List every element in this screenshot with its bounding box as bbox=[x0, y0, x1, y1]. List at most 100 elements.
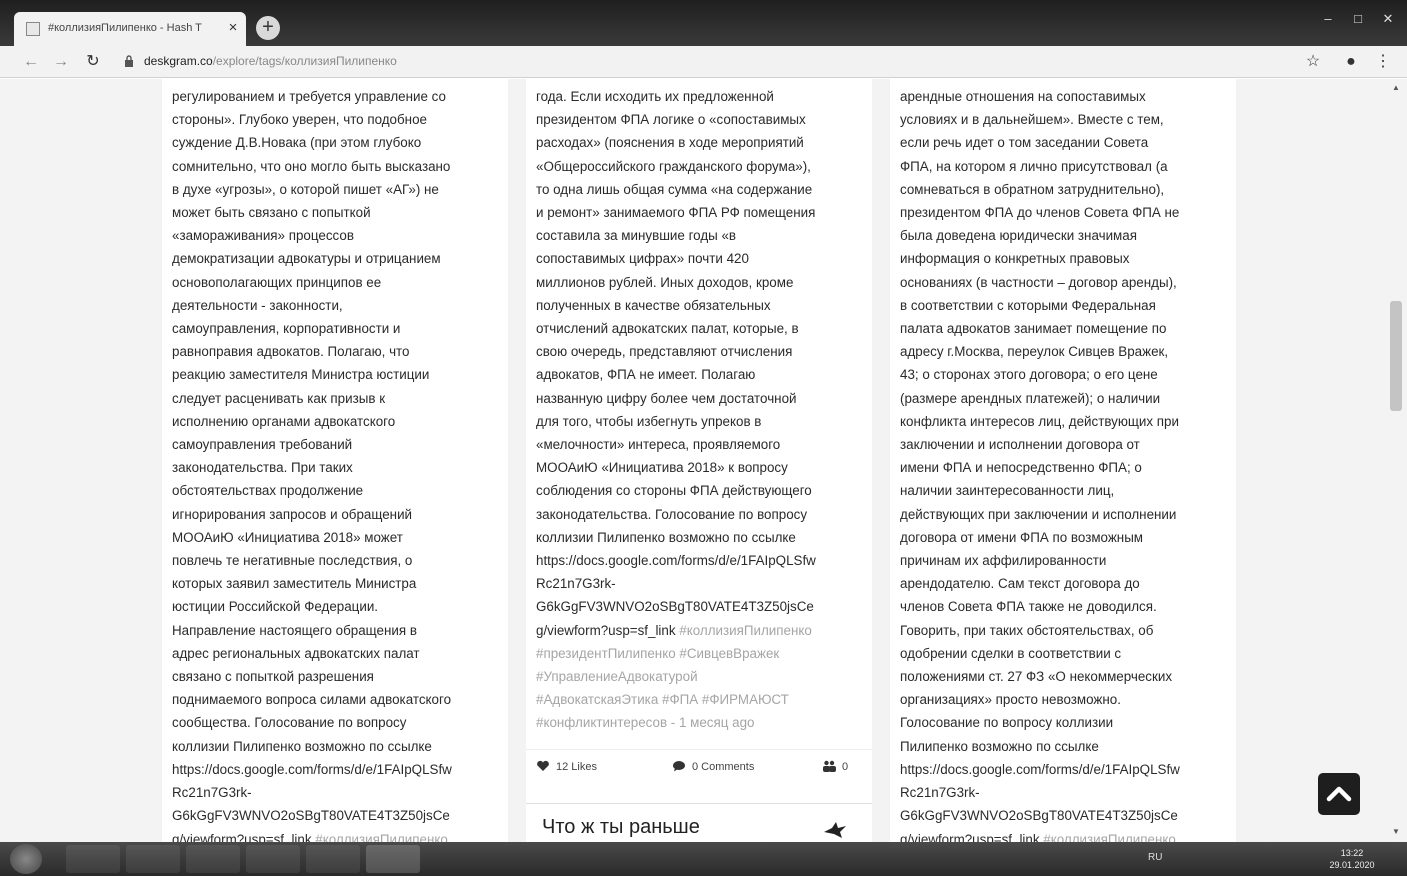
post-text-line: расходах» (пояснения в ходе мероприятий bbox=[536, 135, 804, 151]
post-text-line: полученных в качестве обязательных bbox=[536, 297, 771, 313]
back-icon[interactable]: ← bbox=[20, 51, 42, 73]
plus-icon[interactable]: + bbox=[256, 16, 280, 40]
post-text-line: Пилипенко возможно по ссылке bbox=[900, 738, 1099, 754]
post-link-line[interactable]: g/viewform?usp=sf_link #коллизияПилипенк… bbox=[172, 828, 502, 843]
post-text-line: адресу г.Москва, переулок Сивцев Вражек, bbox=[900, 344, 1169, 360]
clock-date: 29.01.2020 bbox=[1329, 860, 1375, 870]
outlook-taskbar-icon[interactable] bbox=[246, 845, 300, 873]
hashtag-line[interactable]: #конфликтинтересов - 1 месяц ago bbox=[536, 711, 866, 734]
ie-taskbar-icon[interactable] bbox=[66, 845, 120, 873]
post-text-line: может быть связано с попыткой bbox=[172, 205, 371, 221]
minimize-icon[interactable]: – bbox=[1314, 10, 1342, 28]
reload-icon[interactable]: ↻ bbox=[82, 51, 104, 73]
hashtag-link[interactable]: #коллизияПилипенко bbox=[1040, 832, 1176, 843]
media-taskbar-icon[interactable] bbox=[186, 845, 240, 873]
post-text-line: G6kGgFV3WNVO2oSBgT80VATE4T3Z50jsCe bbox=[172, 808, 450, 824]
browser-tab[interactable]: #коллизияПилипенко - Hash T × bbox=[14, 12, 246, 46]
post-text-line: Rc21n7G3rk- bbox=[536, 576, 616, 592]
post-text-line: Rc21n7G3rk- bbox=[172, 785, 252, 801]
hashtag-line[interactable]: #УправлениеАдвокатурой bbox=[536, 665, 866, 688]
forward-icon[interactable]: → bbox=[50, 51, 72, 73]
page-content: регулированием и требуется управление со… bbox=[0, 79, 1407, 842]
post-text-line: 43; о сторонах этого договора; о его цен… bbox=[900, 367, 1158, 383]
post-text-line: МООАиЮ «Инициатива 2018» к вопросу bbox=[536, 460, 788, 476]
post-text-line: причинам их аффилированности bbox=[900, 553, 1107, 569]
post-text-line: «мелочности» интереса, проявляемого bbox=[536, 437, 781, 453]
close-icon[interactable]: × bbox=[224, 19, 242, 37]
post-text-line: членов Совета ФПА также не доводился. bbox=[900, 599, 1157, 615]
page-icon bbox=[26, 22, 40, 36]
people-label: 0 bbox=[842, 761, 849, 773]
language-indicator[interactable]: RU bbox=[1148, 852, 1162, 863]
next-post-card[interactable]: Что ж ты раньше bbox=[526, 803, 872, 842]
post-text-line: которых заявил заместитель Министра bbox=[172, 576, 417, 592]
people-counter[interactable]: 0 bbox=[822, 760, 848, 773]
post-text-line: основополагающих принципов ее bbox=[172, 274, 382, 290]
url-host: deskgram.co bbox=[144, 54, 213, 68]
post-text-line: положениями ст. 27 ФЗ «О некоммерческих bbox=[900, 669, 1173, 685]
form-link[interactable]: g/viewform?usp=sf_link bbox=[172, 832, 312, 843]
likes-counter[interactable]: 12 Likes bbox=[536, 760, 597, 773]
post-text-line: свою очередь, представляют отчисления bbox=[536, 344, 793, 360]
word-taskbar-icon[interactable] bbox=[306, 845, 360, 873]
post-text-line: года. Если исходить их предложенной bbox=[536, 89, 774, 104]
menu-icon[interactable]: ⋮ bbox=[1372, 51, 1394, 73]
post-text-line: демократизации адвокатуры и отрицанием bbox=[172, 251, 441, 267]
tab-title: #коллизияПилипенко - Hash T bbox=[48, 22, 202, 34]
scroll-thumb[interactable] bbox=[1390, 301, 1402, 411]
start-button[interactable] bbox=[10, 844, 42, 874]
post-link-line[interactable]: g/viewform?usp=sf_link #коллизияПилипенк… bbox=[536, 619, 866, 642]
scroll-down-icon[interactable]: ▼ bbox=[1389, 827, 1403, 839]
post-text-line: для того, чтобы избегнуть упреков в bbox=[536, 413, 762, 429]
form-link[interactable]: g/viewform?usp=sf_link bbox=[536, 623, 676, 638]
post-text-line: наличии заинтересованности лиц, bbox=[900, 483, 1115, 499]
post-card-3: арендные отношения на сопоставимых услови… bbox=[890, 79, 1236, 842]
hashtag-link[interactable]: #коллизияПилипенко bbox=[312, 832, 448, 843]
post-text-line: арендодателю. Сам текст договора до bbox=[900, 576, 1140, 592]
explorer-taskbar-icon[interactable] bbox=[126, 845, 180, 873]
account-icon[interactable]: ● bbox=[1340, 51, 1362, 73]
comment-icon bbox=[673, 761, 685, 772]
os-taskbar: RU 13:22 29.01.2020 bbox=[0, 842, 1407, 876]
post-text-line: G6kGgFV3WNVO2oSBgT80VATE4T3Z50jsCe bbox=[536, 599, 814, 615]
title-bar: #коллизияПилипенко - Hash T × + – □ ✕ bbox=[0, 0, 1407, 46]
post-text-line: соблюдения со стороны ФПА действующего bbox=[536, 483, 812, 499]
address-input[interactable]: deskgram.co/explore/tags/коллизияПилипен… bbox=[144, 54, 397, 68]
hashtag-line[interactable]: #АдвокатскаяЭтика #ФПА #ФИРМАЮСТ bbox=[536, 688, 866, 711]
post-text-line: G6kGgFV3WNVO2oSBgT80VATE4T3Z50jsCe bbox=[900, 808, 1178, 824]
post-text-line: действующих при заключении и исполнении bbox=[900, 506, 1177, 522]
post-text-line: одобрении сделки в соответствии с bbox=[900, 645, 1122, 661]
post-text-line: повлечь те негативные последствия, о bbox=[172, 553, 413, 569]
post-text-line: поднимаемого вопроса силами адвокатского bbox=[172, 692, 452, 708]
star-icon[interactable]: ☆ bbox=[1302, 51, 1324, 73]
hashtag-line[interactable]: #президентПилипенко #СивцевВражек bbox=[536, 642, 866, 665]
post-text-line: имени ФПА и непосредственно ФПА; о bbox=[900, 460, 1142, 476]
post-text-line: отчислений адвокатских палат, которые, в bbox=[536, 321, 799, 337]
maximize-icon[interactable]: □ bbox=[1344, 10, 1372, 28]
back-to-top-button[interactable] bbox=[1318, 773, 1360, 815]
post-text-line: арендные отношения на сопоставимых bbox=[900, 89, 1146, 104]
post-stats: 12 Likes 0 Comments 0 bbox=[526, 749, 872, 785]
window-close-icon[interactable]: ✕ bbox=[1374, 10, 1402, 28]
post-text-line: организациях» просто невозможно. bbox=[900, 692, 1121, 708]
post-text-line: президентом ФПА логике о «сопоставимых bbox=[536, 112, 806, 128]
system-clock[interactable]: 13:22 29.01.2020 bbox=[1322, 847, 1382, 871]
post-text-line: коллизии Пилипенко возможно по ссылке bbox=[536, 529, 796, 545]
post-text-line: информация о конкретных правовых bbox=[900, 251, 1130, 267]
scroll-up-icon[interactable]: ▲ bbox=[1389, 83, 1403, 95]
next-post-title: Что ж ты раньше bbox=[542, 816, 700, 838]
post-link-line[interactable]: g/viewform?usp=sf_link #коллизияПилипенк… bbox=[900, 828, 1230, 843]
post-text-line: сомневаться в обратном затруднительно), bbox=[900, 181, 1165, 197]
hashtag-link[interactable]: #коллизияПилипенко bbox=[676, 623, 812, 638]
post-text-line: президентом ФПА до членов Совета ФПА не bbox=[900, 205, 1180, 221]
post-text-line: исполнению органами адвокатского bbox=[172, 413, 396, 429]
post-text-line: Голосование по вопросу коллизии bbox=[900, 715, 1114, 731]
post-text-line: основаниях (в частности – договор аренды… bbox=[900, 274, 1177, 290]
comments-counter[interactable]: 0 Comments bbox=[672, 760, 754, 773]
chrome-taskbar-icon[interactable] bbox=[366, 845, 420, 873]
heart-icon bbox=[537, 760, 549, 771]
form-link[interactable]: g/viewform?usp=sf_link bbox=[900, 832, 1040, 843]
post-text-line: суждение Д.В.Новака (при этом глубоко bbox=[172, 135, 422, 151]
page-scrollbar[interactable]: ▲ ▼ bbox=[1385, 79, 1407, 842]
post-text-line: в соответствии с которыми Федеральная bbox=[900, 297, 1156, 313]
